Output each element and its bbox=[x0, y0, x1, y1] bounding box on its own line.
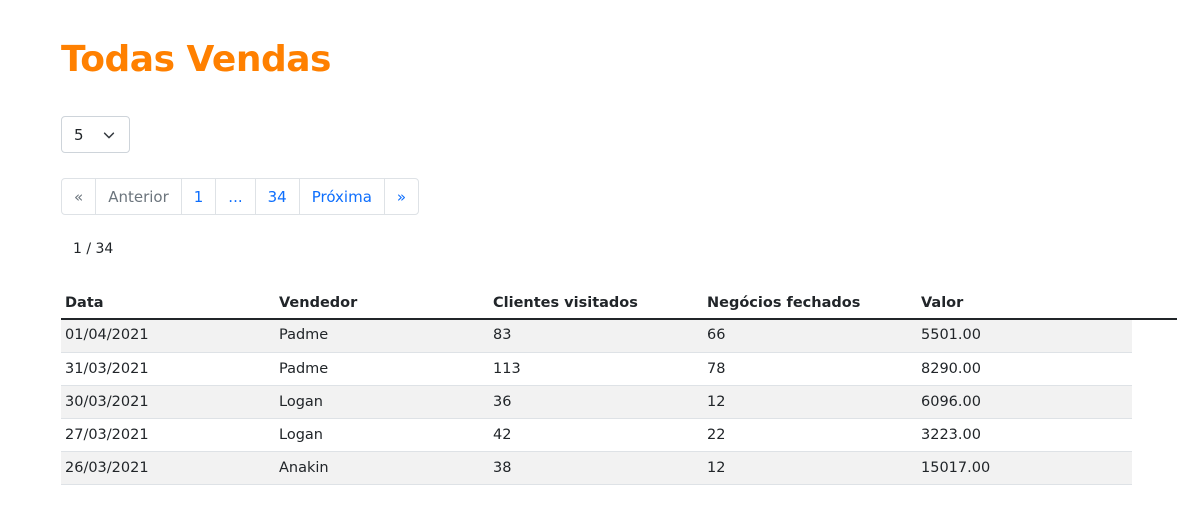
page-1-button[interactable]: 1 bbox=[180, 179, 216, 214]
cell-negocios-fechados: 22 bbox=[703, 418, 917, 452]
cell-clientes-visitados: 38 bbox=[489, 451, 703, 485]
table-row: 27/03/2021 Logan 42 22 3223.00 bbox=[61, 418, 1132, 452]
last-page-button[interactable]: » bbox=[383, 179, 418, 214]
table-header-divider bbox=[61, 318, 1177, 320]
cell-vendedor: Padme bbox=[275, 352, 489, 386]
cell-data: 01/04/2021 bbox=[61, 319, 275, 353]
cell-clientes-visitados: 42 bbox=[489, 418, 703, 452]
table-header-row: Data Vendedor Clientes visitados Negócio… bbox=[61, 286, 1132, 319]
ellipsis-button[interactable]: ... bbox=[215, 179, 254, 214]
cell-valor: 15017.00 bbox=[917, 451, 1132, 485]
cell-negocios-fechados: 12 bbox=[703, 385, 917, 419]
sales-table: Data Vendedor Clientes visitados Negócio… bbox=[61, 286, 1132, 485]
cell-vendedor: Padme bbox=[275, 319, 489, 353]
cell-negocios-fechados: 12 bbox=[703, 451, 917, 485]
page: Todas Vendas 5 « Anterior 1 ... 34 Próxi… bbox=[0, 0, 1195, 509]
pagination: « Anterior 1 ... 34 Próxima » bbox=[61, 178, 420, 215]
next-page-button[interactable]: Próxima bbox=[298, 179, 384, 214]
cell-clientes-visitados: 83 bbox=[489, 319, 703, 353]
cell-data: 26/03/2021 bbox=[61, 451, 275, 485]
cell-clientes-visitados: 113 bbox=[489, 352, 703, 386]
cell-negocios-fechados: 78 bbox=[703, 352, 917, 386]
first-page-button[interactable]: « bbox=[62, 179, 95, 214]
column-header-valor: Valor bbox=[921, 294, 964, 311]
cell-vendedor: Logan bbox=[275, 385, 489, 419]
table-row: 26/03/2021 Anakin 38 12 15017.00 bbox=[61, 451, 1132, 485]
chevron-down-icon bbox=[103, 132, 115, 139]
cell-data: 30/03/2021 bbox=[61, 385, 275, 419]
cell-negocios-fechados: 66 bbox=[703, 319, 917, 353]
page-size-select[interactable]: 5 bbox=[61, 116, 130, 153]
cell-data: 27/03/2021 bbox=[61, 418, 275, 452]
cell-clientes-visitados: 36 bbox=[489, 385, 703, 419]
page-title: Todas Vendas bbox=[61, 39, 331, 80]
table-row: 31/03/2021 Padme 113 78 8290.00 bbox=[61, 352, 1132, 386]
cell-data: 31/03/2021 bbox=[61, 352, 275, 386]
cell-valor: 5501.00 bbox=[917, 319, 1132, 353]
table-row: 30/03/2021 Logan 36 12 6096.00 bbox=[61, 385, 1132, 419]
page-info: 1 / 34 bbox=[73, 241, 114, 257]
cell-vendedor: Anakin bbox=[275, 451, 489, 485]
cell-valor: 8290.00 bbox=[917, 352, 1132, 386]
column-header-vendedor: Vendedor bbox=[279, 294, 358, 311]
page-size-value: 5 bbox=[74, 125, 84, 144]
column-header-data: Data bbox=[65, 294, 104, 311]
cell-valor: 3223.00 bbox=[917, 418, 1132, 452]
previous-page-button[interactable]: Anterior bbox=[95, 179, 181, 214]
column-header-clientes-visitados: Clientes visitados bbox=[493, 294, 638, 311]
cell-vendedor: Logan bbox=[275, 418, 489, 452]
column-header-negocios-fechados: Negócios fechados bbox=[707, 294, 861, 311]
table-row: 01/04/2021 Padme 83 66 5501.00 bbox=[61, 319, 1132, 353]
page-34-button[interactable]: 34 bbox=[254, 179, 299, 214]
cell-valor: 6096.00 bbox=[917, 385, 1132, 419]
